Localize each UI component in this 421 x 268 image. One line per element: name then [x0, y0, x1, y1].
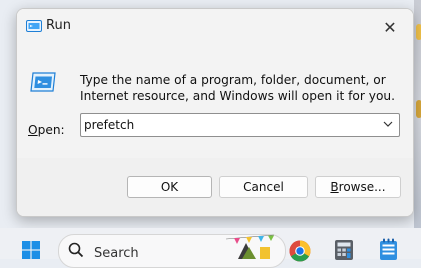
open-input[interactable]: [84, 116, 364, 133]
desktop-decoration: [416, 24, 421, 40]
open-label: Open:: [28, 123, 65, 137]
instructions-text: Type the name of a program, folder, docu…: [80, 73, 396, 103]
browse-button[interactable]: Browse...: [315, 176, 401, 198]
dialog-body: Type the name of a program, folder, docu…: [17, 45, 413, 158]
open-label-accesskey: O: [28, 123, 38, 137]
run-dialog: Run ✕ Type the name of a program, folder…: [16, 8, 414, 217]
notepad-icon[interactable]: [380, 238, 397, 260]
browse-accesskey: B: [330, 180, 339, 194]
search-icon: [68, 242, 84, 258]
search-highlight-illustration: [225, 234, 275, 259]
windows-start-icon[interactable]: [22, 241, 40, 259]
open-label-text: pen:: [37, 123, 65, 137]
chevron-down-icon[interactable]: [383, 120, 393, 128]
taskbar: Search: [0, 228, 421, 268]
calculator-icon[interactable]: [335, 240, 353, 260]
open-combobox[interactable]: [80, 113, 400, 137]
desktop-background: [414, 0, 421, 228]
close-icon: ✕: [383, 17, 397, 37]
run-program-icon: [30, 72, 56, 92]
close-button[interactable]: ✕: [367, 9, 413, 45]
run-icon: [26, 20, 42, 32]
browse-label: rowse...: [338, 180, 386, 194]
ok-button[interactable]: OK: [127, 176, 212, 198]
button-bar: OK Cancel Browse...: [17, 158, 413, 216]
title-bar[interactable]: Run ✕: [17, 9, 413, 45]
desktop-decoration: [416, 100, 421, 118]
window-title: Run: [46, 18, 71, 33]
cancel-button[interactable]: Cancel: [219, 176, 308, 198]
